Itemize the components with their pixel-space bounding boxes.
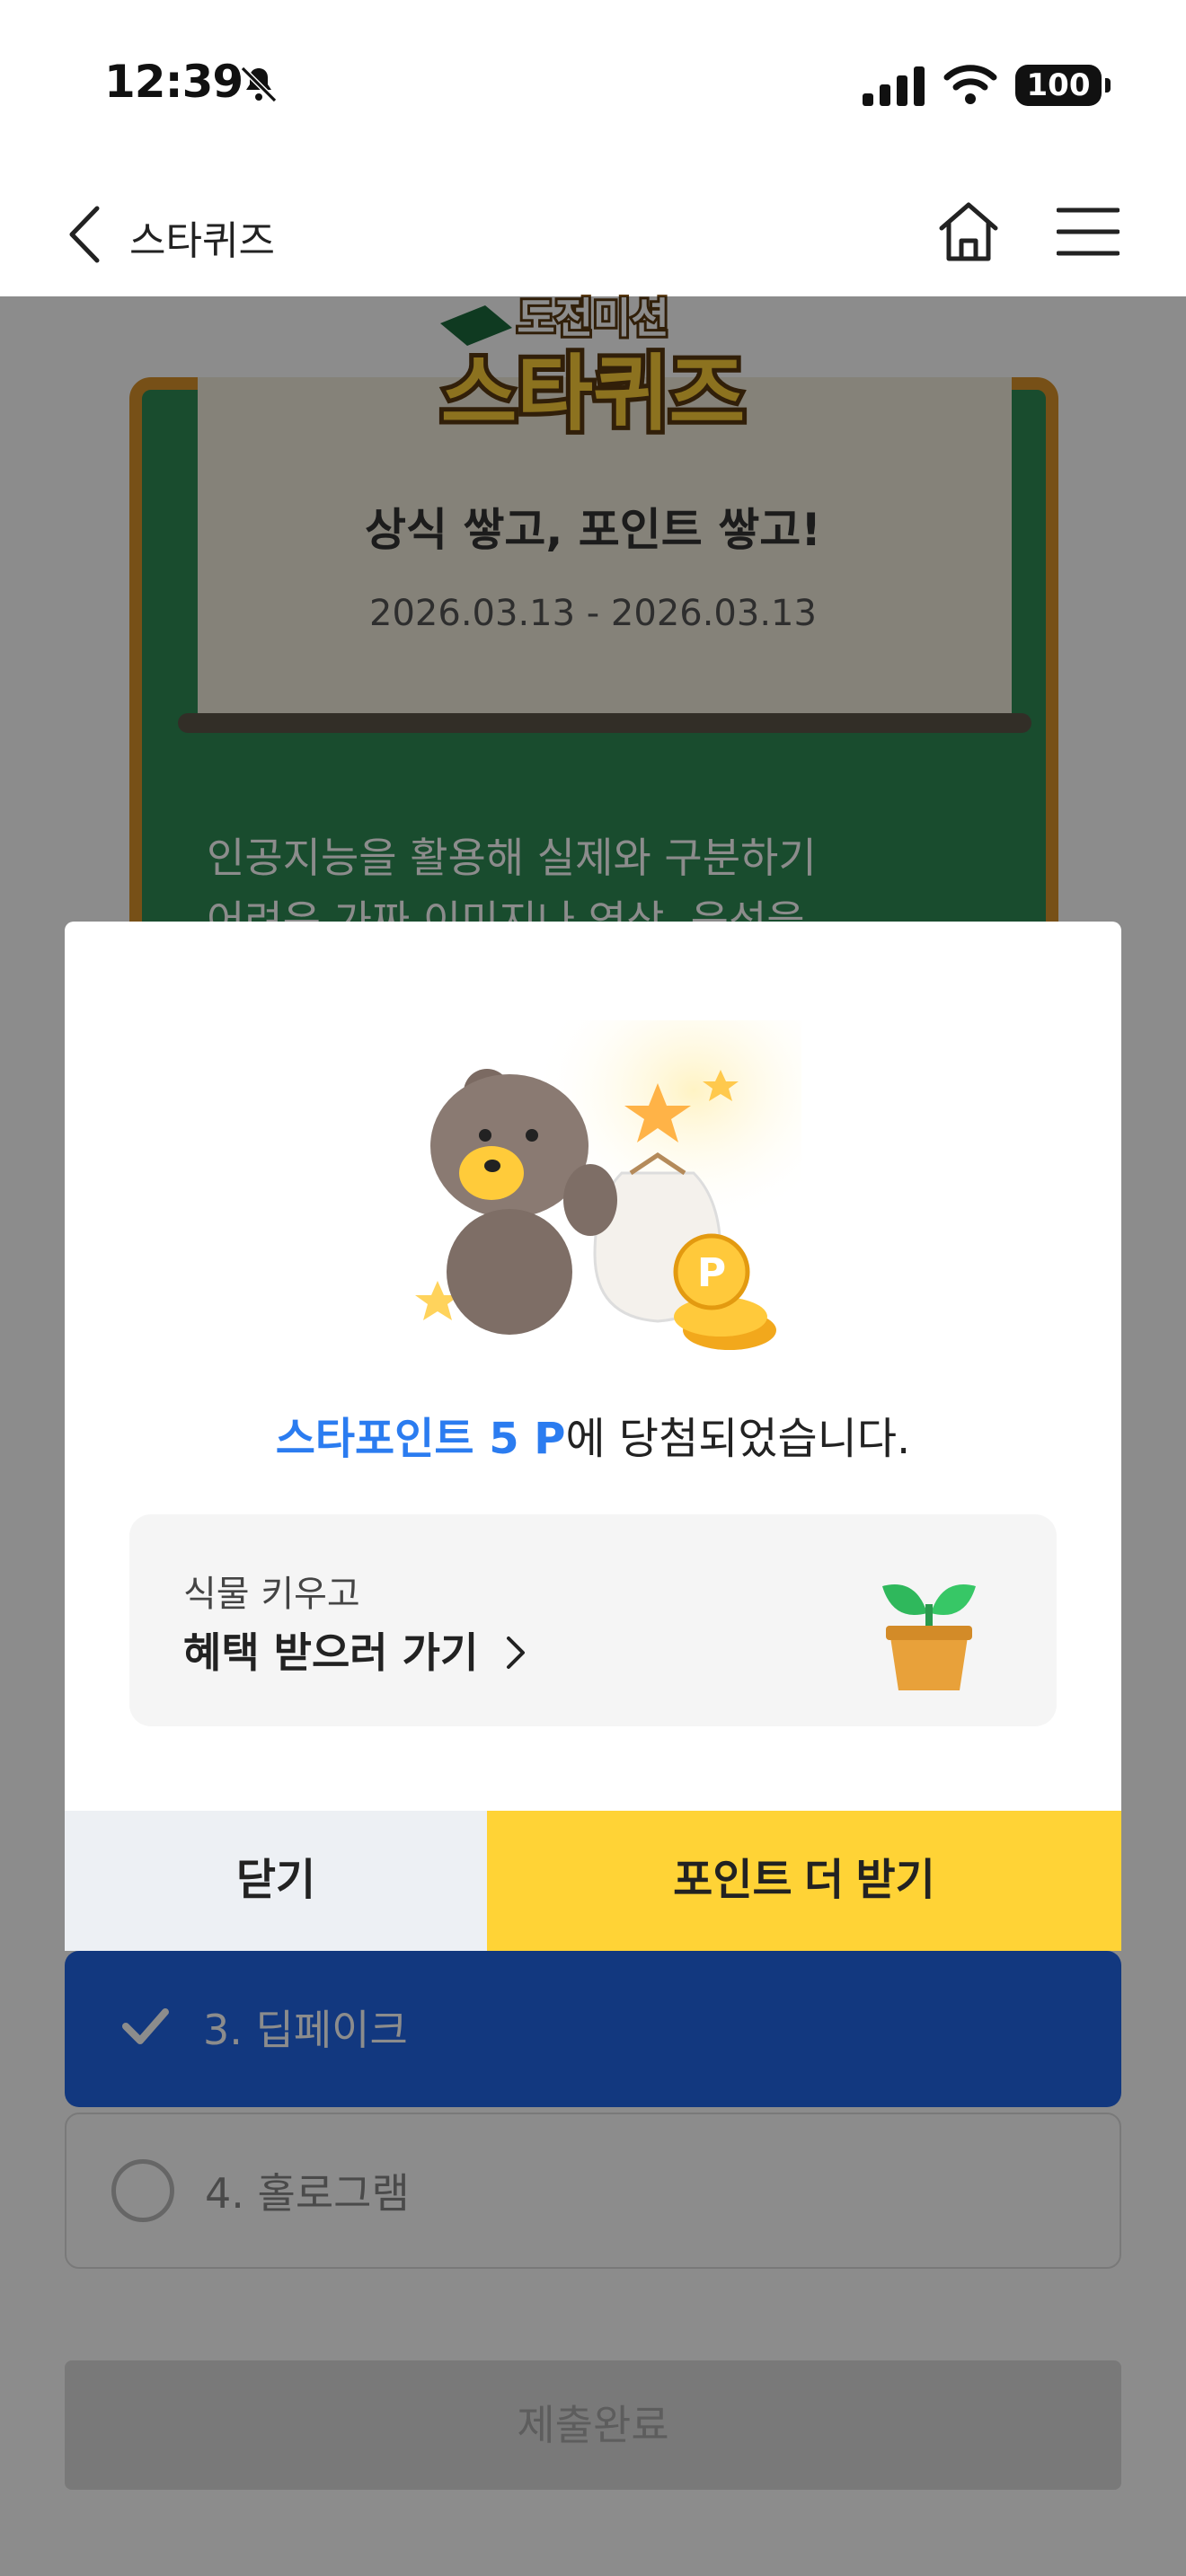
back-chevron-icon[interactable] <box>63 203 106 266</box>
close-button[interactable]: 닫기 <box>65 1811 487 1951</box>
plant-benefit-card[interactable]: 식물 키우고 혜택 받으러 가기 <box>129 1514 1057 1726</box>
menu-icon[interactable] <box>1057 205 1120 259</box>
signal-icon <box>863 66 925 106</box>
reward-modal: P 스타포인트 5 P에 당첨되었습니다. 식물 키우고 혜택 받으러 가기 닫… <box>65 922 1121 1951</box>
reward-message-rest: 에 당첨되었습니다. <box>565 1414 911 1464</box>
app-header: 스타퀴즈 <box>0 171 1186 296</box>
benefit-link-label: 혜택 받으러 가기 <box>183 1628 479 1677</box>
battery-indicator: 100 <box>1015 65 1111 106</box>
svg-text:P: P <box>697 1250 726 1296</box>
bear-reward-illustration: P <box>415 1020 801 1350</box>
modal-buttons: 닫기 포인트 더 받기 <box>65 1811 1121 1951</box>
reward-amount: 스타포인트 5 P <box>275 1414 566 1464</box>
benefit-link: 혜택 받으러 가기 <box>183 1620 528 1680</box>
wifi-icon <box>943 65 997 104</box>
status-bar: 12:39 100 <box>0 0 1186 171</box>
bell-slash-icon <box>240 66 278 103</box>
home-icon[interactable] <box>934 198 1003 266</box>
page-title: 스타퀴즈 <box>129 218 275 264</box>
get-more-points-button[interactable]: 포인트 더 받기 <box>487 1811 1121 1951</box>
chevron-right-icon <box>507 1636 526 1669</box>
reward-message: 스타포인트 5 P에 당첨되었습니다. <box>65 1403 1121 1466</box>
plant-icon <box>882 1584 976 1690</box>
benefit-caption: 식물 키우고 <box>183 1574 360 1615</box>
status-time: 12:39 <box>104 56 243 108</box>
